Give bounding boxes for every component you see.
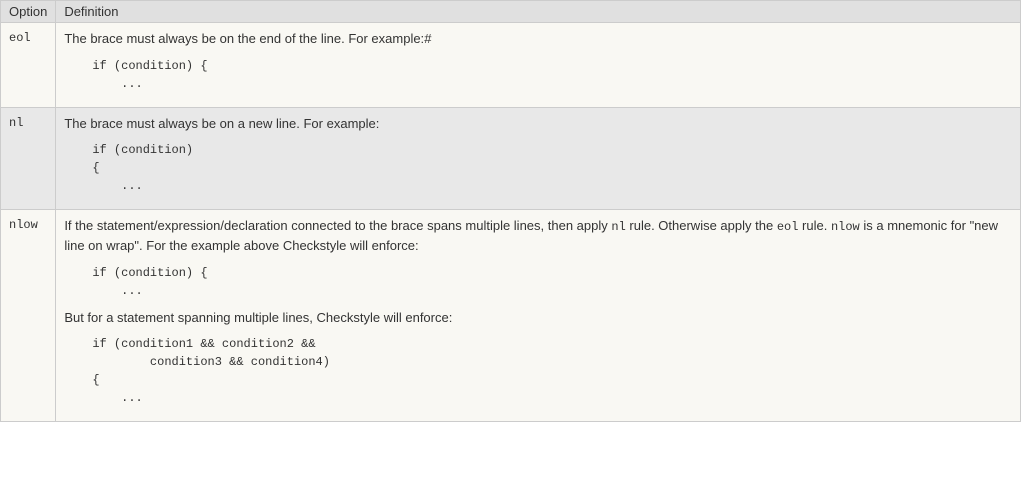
code-example: if (condition) { ... [92, 264, 1012, 300]
definition-text: rule. Otherwise apply the [626, 218, 777, 233]
table-row: nl The brace must always be on a new lin… [1, 107, 1021, 210]
inline-code: eol [777, 220, 799, 234]
anchor-link[interactable]: # [424, 31, 431, 46]
code-example: if (condition1 && condition2 && conditio… [92, 335, 1012, 407]
inline-code: nlow [831, 220, 860, 234]
option-definition: The brace must always be on a new line. … [56, 107, 1021, 210]
table-row: nlow If the statement/expression/declara… [1, 210, 1021, 422]
definition-text: The brace must always be on the end of t… [64, 31, 424, 46]
option-name: eol [1, 23, 56, 108]
definition-text: rule. [798, 218, 831, 233]
table-row: eol The brace must always be on the end … [1, 23, 1021, 108]
option-definition: If the statement/expression/declaration … [56, 210, 1021, 422]
definition-text: But for a statement spanning multiple li… [64, 310, 452, 325]
option-name: nl [1, 107, 56, 210]
option-name: nlow [1, 210, 56, 422]
option-definition: The brace must always be on the end of t… [56, 23, 1021, 108]
header-definition: Definition [56, 1, 1021, 23]
inline-code: nl [611, 220, 625, 234]
table-header-row: Option Definition [1, 1, 1021, 23]
definition-text: The brace must always be on a new line. … [64, 116, 379, 131]
code-example: if (condition) { ... [92, 141, 1012, 195]
header-option: Option [1, 1, 56, 23]
code-example: if (condition) { ... [92, 57, 1012, 93]
options-table: Option Definition eol The brace must alw… [0, 0, 1021, 422]
definition-text: If the statement/expression/declaration … [64, 218, 611, 233]
